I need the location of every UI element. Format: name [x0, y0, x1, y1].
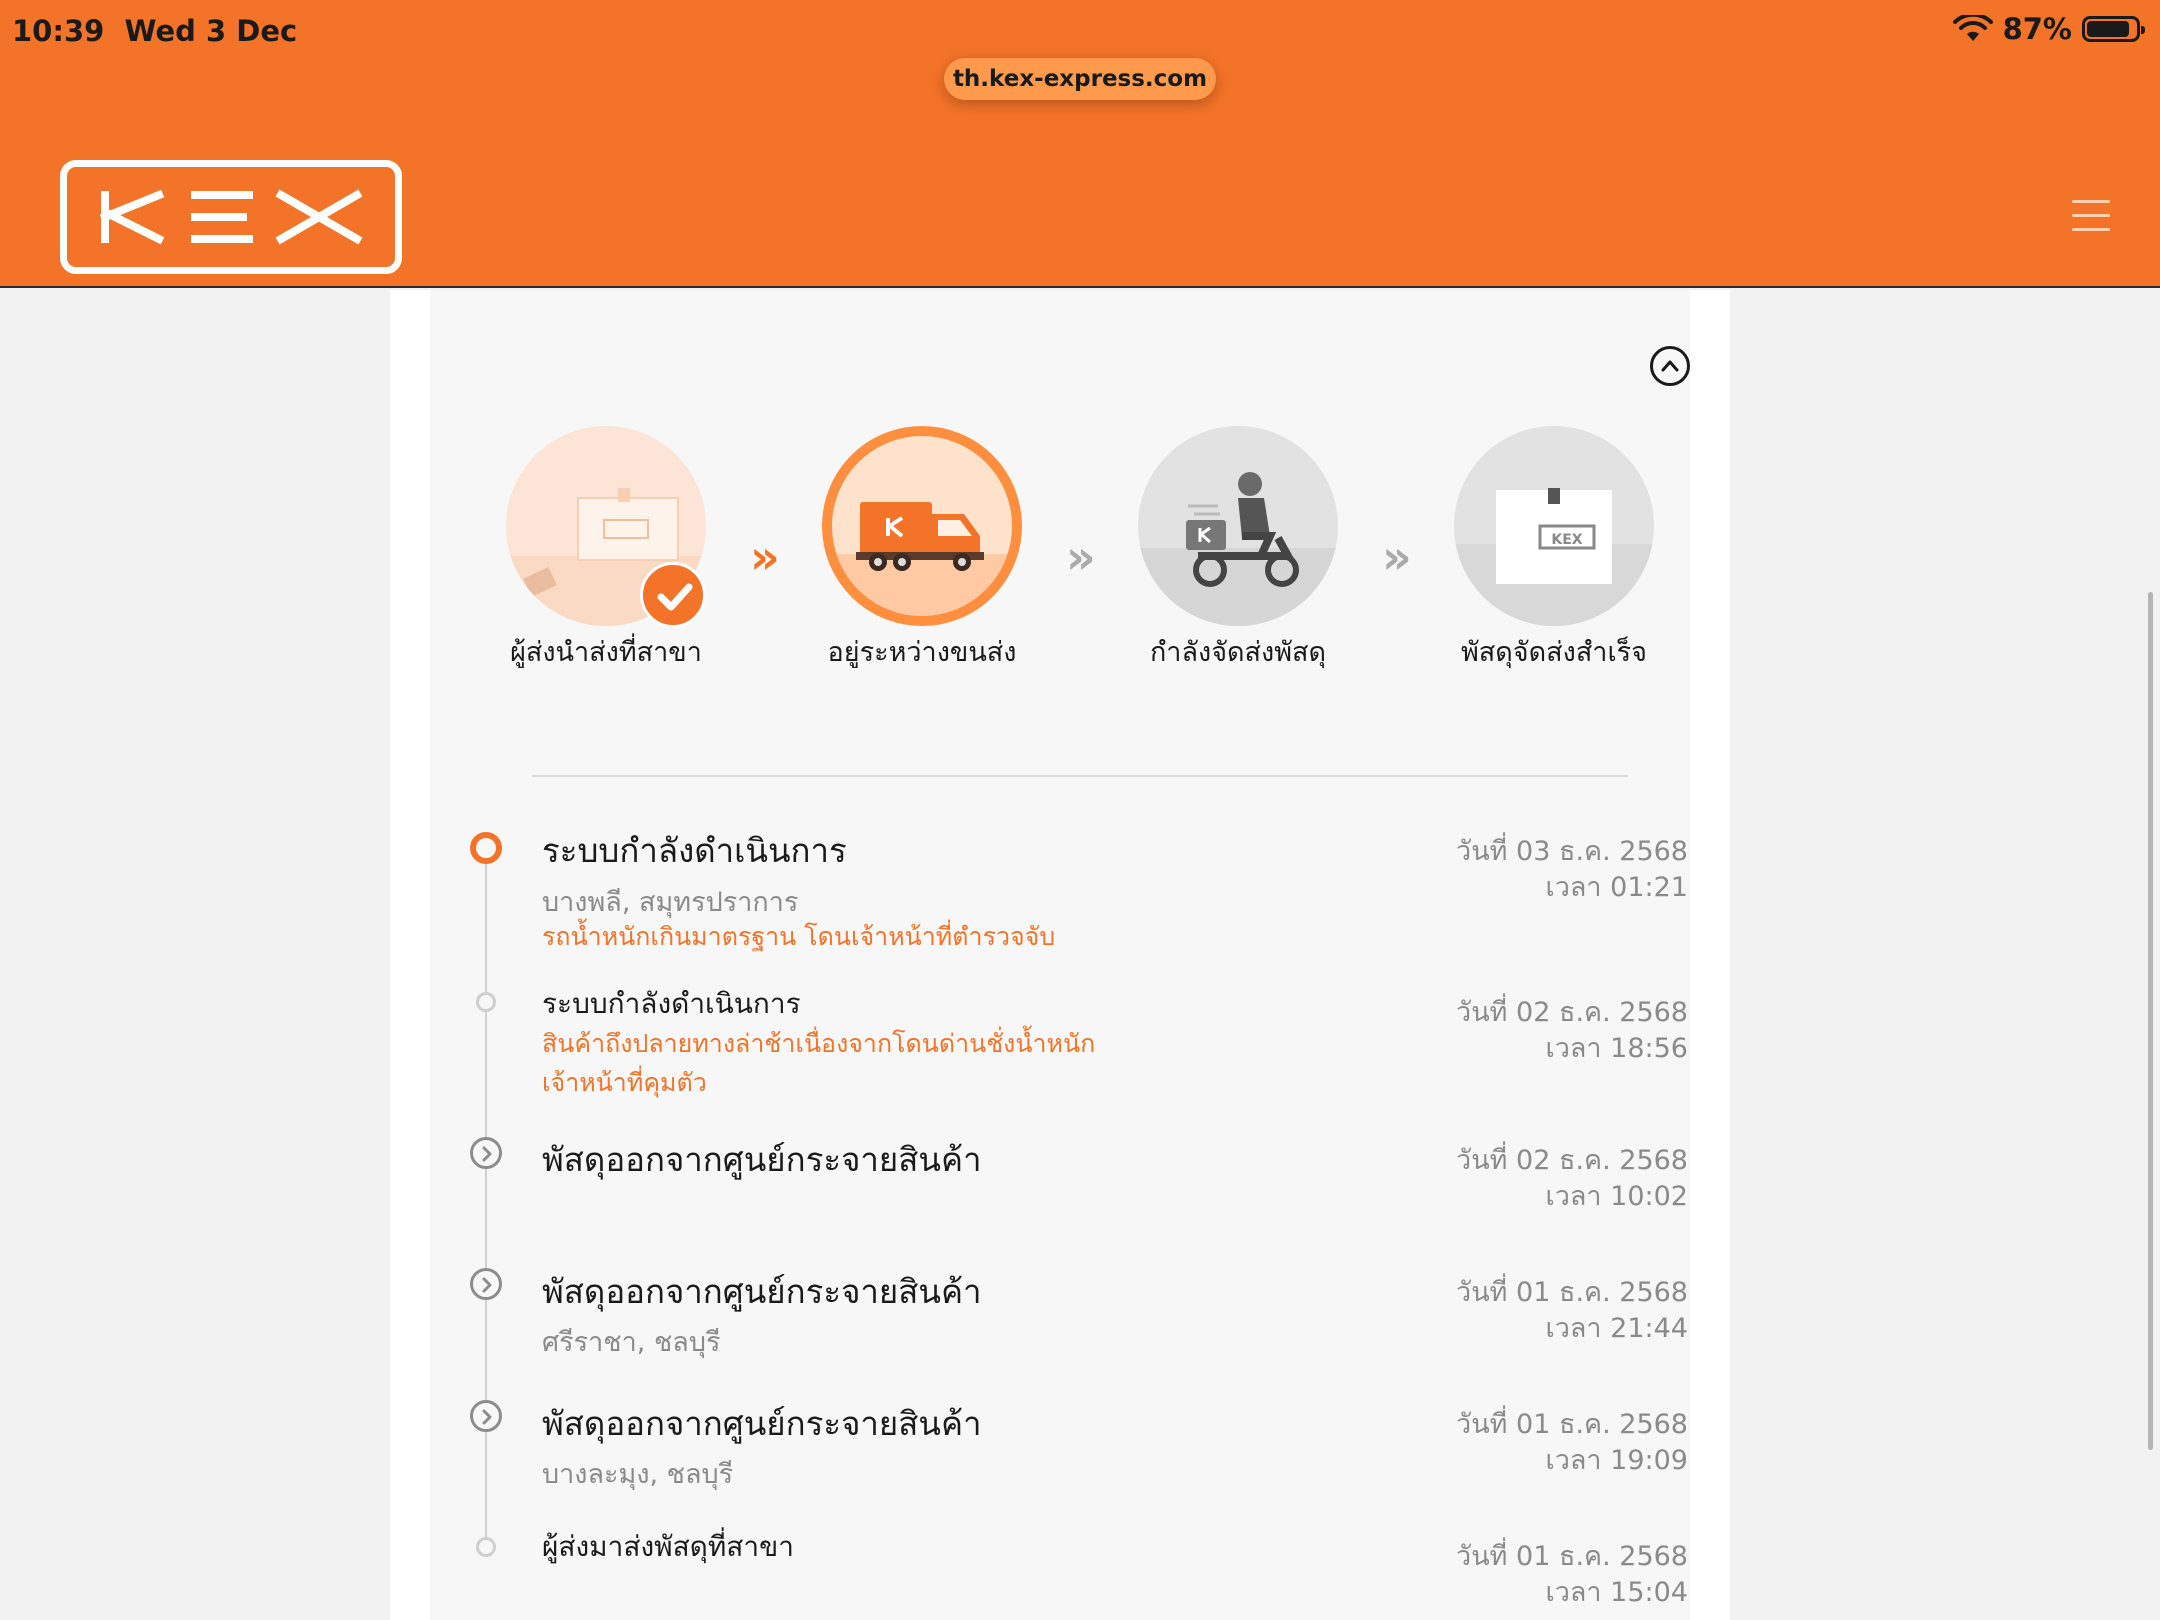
chevron-right-icon: [470, 1137, 502, 1169]
hamburger-menu-icon[interactable]: [2072, 200, 2110, 234]
chevron-right-icon: [470, 1400, 502, 1432]
timeline-event-time: เวลา 15:04: [1545, 1577, 1689, 1608]
timeline-event-date: วันที่ 02 ธ.ค. 2568: [1456, 997, 1688, 1028]
timeline-event-datetime: วันที่ 02 ธ.ค. 2568 เวลา 18:56: [1456, 995, 1688, 1067]
timeline-current-dot-icon: [470, 832, 502, 864]
timeline-event-time: เวลา 18:56: [1545, 1033, 1689, 1064]
timeline-event-datetime: วันที่ 01 ธ.ค. 2568 เวลา 21:44: [1456, 1275, 1688, 1347]
step-arrow-icon: »: [750, 530, 780, 584]
step-delivered: KEX พัสดุจัดส่งสำเร็จ: [1454, 426, 1654, 668]
delivery-truck-icon: [822, 426, 1022, 626]
battery-icon: [2082, 16, 2145, 42]
step-label: ผู้ส่งนำส่งที่สาขา: [510, 637, 702, 668]
timeline-event-time: เวลา 01:21: [1545, 872, 1689, 903]
timeline-event-date: วันที่ 03 ธ.ค. 2568: [1456, 836, 1688, 867]
timeline-event-date: วันที่ 02 ธ.ค. 2568: [1456, 1145, 1688, 1176]
timeline-event-note: สินค้าถึงปลายทางล่าช้าเนื่องจากโดนด่านชั…: [542, 1029, 1096, 1097]
wifi-icon: [1952, 15, 1993, 41]
timeline-event-title: พัสดุออกจากศูนย์กระจายสินค้า: [542, 1404, 982, 1443]
step-label: อยู่ระหว่างขนส่ง: [827, 637, 1017, 668]
step-label: กำลังจัดส่งพัสดุ: [1149, 637, 1327, 668]
timeline-event-date: วันที่ 01 ธ.ค. 2568: [1456, 1409, 1688, 1440]
timeline-event-datetime: วันที่ 01 ธ.ค. 2568 เวลา 19:09: [1456, 1407, 1688, 1479]
check-icon: [640, 562, 706, 628]
status-bar-clock: 10:39 Wed 3 Dec: [12, 14, 297, 48]
timeline-event-time: เวลา 21:44: [1545, 1313, 1689, 1344]
timeline-event-title: ระบบกำลังดำเนินการ: [542, 831, 847, 870]
timeline-event-time: เวลา 10:02: [1545, 1181, 1689, 1212]
timeline-line: [485, 860, 487, 1550]
timeline-dot-icon: [476, 992, 496, 1012]
status-time: 10:39: [12, 14, 105, 48]
kex-logo-wordmark: [99, 189, 363, 245]
timeline-event-datetime: วันที่ 03 ธ.ค. 2568 เวลา 01:21: [1456, 834, 1688, 906]
timeline-event-date: วันที่ 01 ธ.ค. 2568: [1456, 1277, 1688, 1308]
step-in-transit: อยู่ระหว่างขนส่ง: [822, 426, 1022, 668]
step-arrow-icon: »: [1382, 530, 1412, 584]
timeline-event-datetime: วันที่ 01 ธ.ค. 2568 เวลา 15:04: [1456, 1539, 1688, 1611]
status-bar-indicators: 87%: [1952, 12, 2145, 46]
collapse-chevron-up-icon[interactable]: [1650, 346, 1690, 386]
parcel-box-icon: KEX: [1454, 426, 1654, 626]
site-header: 10:39 Wed 3 Dec 87% th.kex-express.com: [0, 0, 2160, 288]
timeline-event-note: รถน้ำหนักเกินมาตรฐาน โดนเจ้าหน้าที่ตำรวจ…: [542, 922, 1056, 951]
timeline-event-title: ผู้ส่งมาส่งพัสดุที่สาขา: [542, 1530, 794, 1563]
step-out-for-delivery: กำลังจัดส่งพัสดุ: [1138, 426, 1338, 668]
timeline-event-title: พัสดุออกจากศูนย์กระจายสินค้า: [542, 1140, 982, 1179]
battery-percentage: 87%: [2002, 12, 2072, 46]
status-date: Wed 3 Dec: [124, 14, 298, 48]
browser-url-bar[interactable]: th.kex-express.com: [944, 58, 1216, 100]
kex-logo[interactable]: [60, 160, 402, 274]
timeline-event-location: ศรีราชา, ชลบุรี: [542, 1327, 721, 1358]
step-label: พัสดุจัดส่งสำเร็จ: [1460, 637, 1648, 668]
timeline-event-title: ระบบกำลังดำเนินการ: [542, 987, 801, 1020]
chevron-right-icon: [470, 1268, 502, 1300]
timeline-event-location: บางละมุง, ชลบุรี: [542, 1459, 734, 1490]
step-arrow-icon: »: [1066, 530, 1096, 584]
svg-text:KEX: KEX: [1551, 532, 1582, 548]
timeline-event-datetime: วันที่ 02 ธ.ค. 2568 เวลา 10:02: [1456, 1143, 1688, 1215]
page-scrollbar[interactable]: [2148, 592, 2153, 1450]
timeline-dot-icon: [476, 1537, 496, 1557]
courier-scooter-icon: [1138, 426, 1338, 626]
timeline-event-date: วันที่ 01 ธ.ค. 2568: [1456, 1541, 1688, 1572]
section-divider: [532, 775, 1628, 777]
timeline-event-title: พัสดุออกจากศูนย์กระจายสินค้า: [542, 1272, 982, 1311]
timeline-event-time: เวลา 19:09: [1545, 1445, 1689, 1476]
